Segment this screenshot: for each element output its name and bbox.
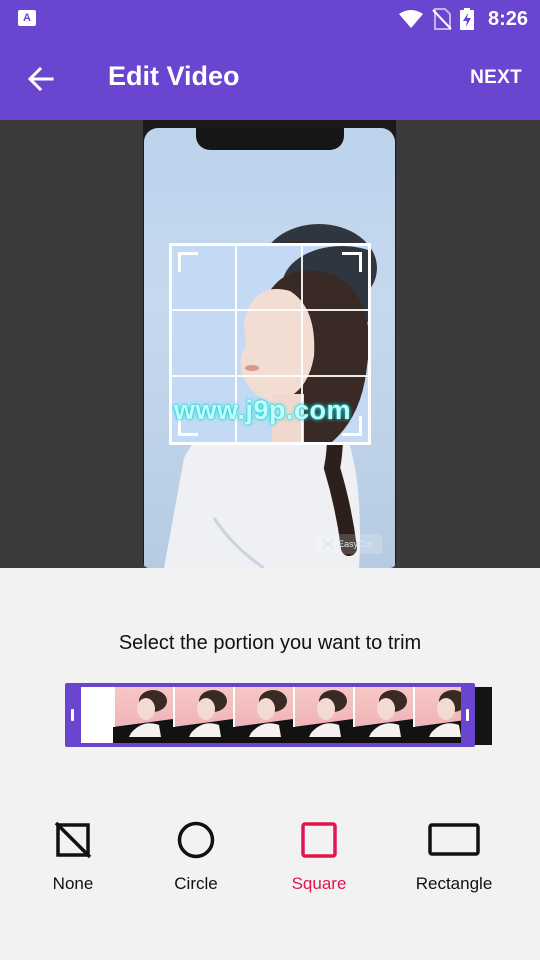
timeline-frames (81, 687, 461, 743)
shape-option-circle[interactable]: Circle (146, 812, 246, 894)
arrow-left-icon (28, 67, 54, 91)
status-icons: 8:26 (398, 6, 528, 32)
trim-handle-right[interactable] (466, 709, 469, 721)
timeline-thumbnail (353, 687, 413, 743)
app-notification-icon: A (18, 10, 36, 26)
phone-notch (196, 128, 344, 150)
battery-charging-icon (459, 8, 474, 30)
shape-label-square: Square (291, 874, 347, 893)
timeline-thumbnail (173, 687, 233, 743)
timeline-thumbnail (293, 687, 353, 743)
easycut-label: EasyCut (338, 539, 373, 549)
status-time: 8:26 (487, 7, 528, 30)
no-sim-icon (432, 8, 452, 30)
next-button[interactable]: NEXT (470, 67, 522, 89)
wifi-icon (398, 10, 423, 28)
page-title: Edit Video (108, 61, 240, 91)
timeline-thumbnail (113, 687, 173, 743)
no-crop-icon (54, 821, 92, 859)
shape-option-none[interactable]: None (23, 812, 123, 894)
trim-instruction: Select the portion you want to trim (118, 632, 422, 654)
trim-timeline[interactable] (65, 683, 475, 747)
app-bar: Edit Video NEXT (0, 38, 540, 120)
shape-option-rectangle[interactable]: Rectangle (399, 812, 509, 894)
watermark-text: www.j9p.com (174, 395, 352, 425)
timeline-thumbnail (413, 687, 461, 743)
shape-option-square[interactable]: Square (269, 812, 369, 894)
timeline-overflow-frame (475, 687, 492, 745)
shape-label-circle: Circle (174, 874, 218, 893)
back-button[interactable] (20, 59, 62, 99)
video-preview: www.j9p.com EasyCut (0, 120, 540, 568)
rectangle-icon (428, 823, 480, 856)
crop-shape-options: None Circle Square Rectangle (0, 812, 540, 912)
shape-label-none: None (52, 874, 94, 893)
shape-label-rectangle: Rectangle (415, 874, 493, 893)
timeline-thumbnail (233, 687, 293, 743)
square-icon (301, 822, 337, 858)
easycut-badge: EasyCut (316, 534, 382, 554)
status-bar: A 8:26 (0, 0, 540, 38)
trim-handle-left[interactable] (71, 709, 74, 721)
circle-icon (177, 821, 215, 859)
scissors-icon (321, 538, 335, 550)
